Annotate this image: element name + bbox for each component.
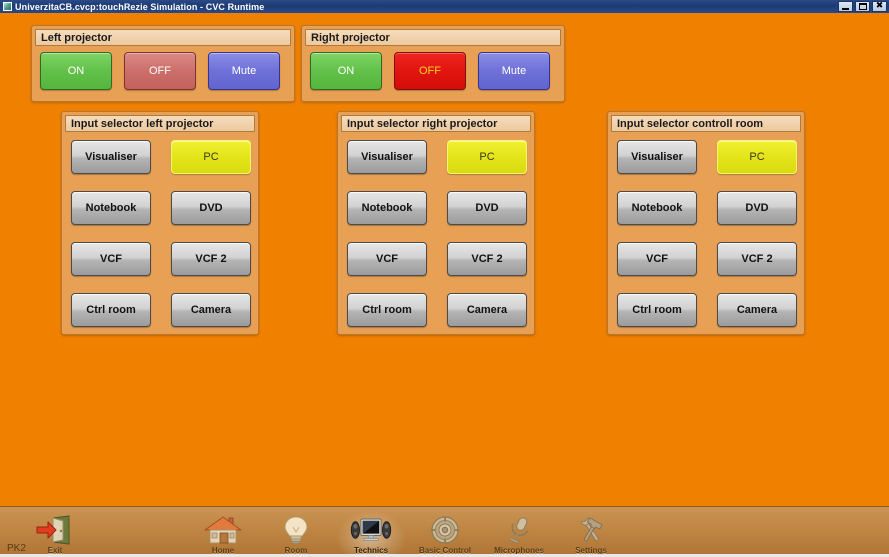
panel-input-selector-left: Input selector left projector Visualiser… [61, 111, 259, 335]
input-left-notebook-button[interactable]: Notebook [71, 191, 151, 225]
minimize-icon [842, 7, 849, 10]
bottom-toolbar: PK2 Exit Home Room Technics Basic Contro… [0, 506, 889, 557]
input-left-ctrl-room-button[interactable]: Ctrl room [71, 293, 151, 327]
right-projector-on-button[interactable]: ON [310, 52, 382, 90]
panel-title-right-projector: Right projector [305, 29, 561, 46]
input-right-dvd-button[interactable]: DVD [447, 191, 527, 225]
right-projector-mute-button[interactable]: Mute [478, 52, 550, 90]
input-right-camera-button[interactable]: Camera [447, 293, 527, 327]
toolbar-item-basic-control[interactable]: Basic Control [410, 511, 480, 555]
house-icon [201, 515, 245, 545]
input-right-vcf-button[interactable]: VCF [347, 242, 427, 276]
panel-title-left-projector: Left projector [35, 29, 291, 46]
toolbar-item-home[interactable]: Home [188, 511, 258, 555]
input-right-ctrl-room-button[interactable]: Ctrl room [347, 293, 427, 327]
panel-input-selector-control-room: Input selector controll room Visualiser … [607, 111, 805, 335]
input-ctrl-vcf2-button[interactable]: VCF 2 [717, 242, 797, 276]
toolbar-label-settings: Settings [575, 546, 607, 555]
input-ctrl-notebook-button[interactable]: Notebook [617, 191, 697, 225]
toolbar-item-settings[interactable]: Settings [556, 511, 626, 555]
toolbar-label-exit: Exit [47, 546, 63, 555]
input-left-visualiser-button[interactable]: Visualiser [71, 140, 151, 174]
input-ctrl-visualiser-button[interactable]: Visualiser [617, 140, 697, 174]
lightbulb-icon [274, 515, 318, 545]
input-right-vcf2-button[interactable]: VCF 2 [447, 242, 527, 276]
input-ctrl-camera-button[interactable]: Camera [717, 293, 797, 327]
panel-right-projector: Right projector ON OFF Mute [301, 25, 565, 102]
right-projector-off-button[interactable]: OFF [394, 52, 466, 90]
left-projector-mute-button[interactable]: Mute [208, 52, 280, 90]
input-left-dvd-button[interactable]: DVD [171, 191, 251, 225]
panel-title-input-selector-control-room: Input selector controll room [611, 115, 801, 132]
input-ctrl-pc-button[interactable]: PC [717, 140, 797, 174]
input-left-camera-button[interactable]: Camera [171, 293, 251, 327]
toolbar-item-room[interactable]: Room [261, 511, 331, 555]
maximize-button[interactable] [855, 1, 870, 12]
wrench-hammer-icon [569, 515, 613, 545]
application-window: UniverzitaCB.cvcp:touchRezie Simulation … [0, 0, 889, 557]
input-left-pc-button[interactable]: PC [171, 140, 251, 174]
close-icon: ✖ [875, 1, 884, 11]
panel-left-projector: Left projector ON OFF Mute [31, 25, 295, 102]
microphone-icon [497, 515, 541, 545]
toolbar-item-exit[interactable]: Exit [20, 511, 90, 555]
panel-title-input-selector-right: Input selector right projector [341, 115, 531, 132]
toolbar-item-microphones[interactable]: Microphones [484, 511, 554, 555]
maximize-icon [858, 3, 867, 10]
minimize-button[interactable] [838, 1, 853, 12]
panel-input-selector-right: Input selector right projector Visualise… [337, 111, 535, 335]
toolbar-label-home: Home [211, 546, 235, 555]
panel-title-input-selector-left: Input selector left projector [65, 115, 255, 132]
input-ctrl-dvd-button[interactable]: DVD [717, 191, 797, 225]
input-ctrl-vcf-button[interactable]: VCF [617, 242, 697, 276]
input-right-visualiser-button[interactable]: Visualiser [347, 140, 427, 174]
input-left-vcf2-button[interactable]: VCF 2 [171, 242, 251, 276]
toolbar-label-microphones: Microphones [494, 546, 544, 555]
left-projector-off-button[interactable]: OFF [124, 52, 196, 90]
input-right-notebook-button[interactable]: Notebook [347, 191, 427, 225]
input-right-pc-button[interactable]: PC [447, 140, 527, 174]
window-controls: ✖ [838, 1, 887, 12]
toolbar-label-basic-control: Basic Control [418, 546, 471, 555]
title-bar: UniverzitaCB.cvcp:touchRezie Simulation … [0, 0, 889, 13]
app-icon [3, 2, 12, 11]
toolbar-item-technics[interactable]: Technics [336, 511, 406, 555]
close-button[interactable]: ✖ [872, 1, 887, 12]
input-left-vcf-button[interactable]: VCF [71, 242, 151, 276]
monitor-speakers-icon [349, 515, 393, 545]
left-projector-on-button[interactable]: ON [40, 52, 112, 90]
input-ctrl-ctrl-room-button[interactable]: Ctrl room [617, 293, 697, 327]
exit-door-icon [33, 515, 77, 545]
toolbar-label-room: Room [284, 546, 308, 555]
dial-knob-icon [423, 515, 467, 545]
window-title: UniverzitaCB.cvcp:touchRezie Simulation … [15, 1, 265, 12]
toolbar-label-technics: Technics [353, 546, 389, 555]
